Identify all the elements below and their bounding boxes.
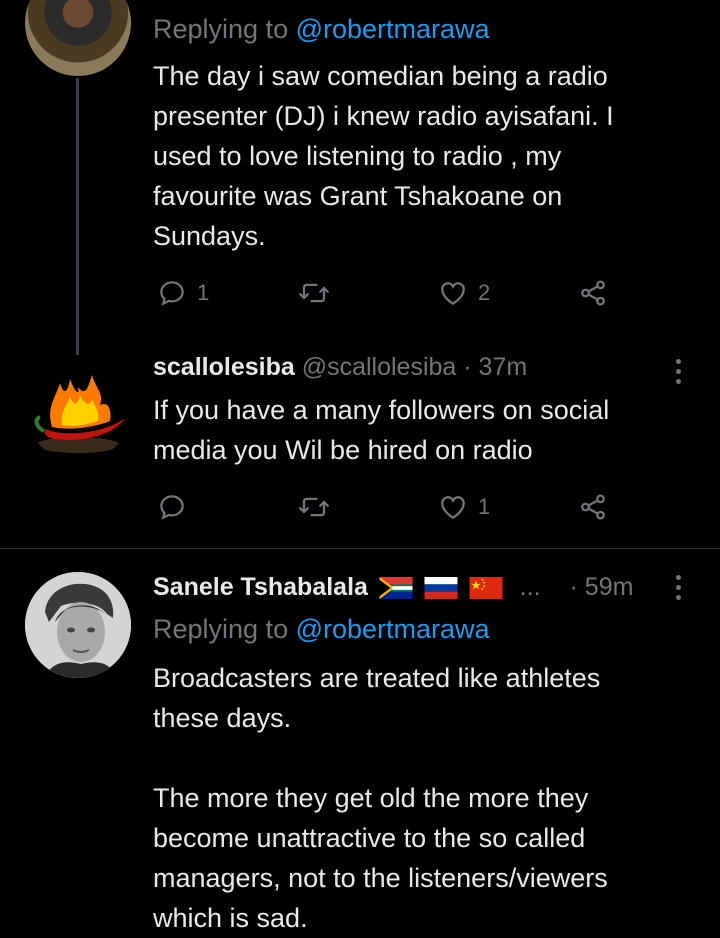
display-name[interactable]: scallolesiba: [153, 353, 295, 381]
replying-to: Replying to @robertmarawa: [153, 14, 490, 45]
like-button[interactable]: 1: [438, 492, 490, 522]
reply-icon: [160, 495, 184, 520]
retweet-button[interactable]: [297, 492, 331, 522]
tweet-divider: [0, 548, 720, 549]
tweet-header: scallolesiba @scallolesiba · 37m: [153, 353, 527, 382]
tweet-text-line: used to love listening to radio , my: [153, 141, 562, 171]
tweet-text-line: presenter (DJ) i knew radio ayisafani. I: [153, 101, 614, 131]
share-button[interactable]: [578, 492, 608, 522]
like-count: 2: [478, 280, 491, 305]
tweet-text-line: become unattractive to the so called: [153, 823, 586, 853]
reply-button[interactable]: [157, 492, 187, 522]
reply-button[interactable]: 1: [157, 278, 209, 308]
tweet-text-line: favourite was Grant Tshakoane on: [153, 181, 563, 211]
tweet-text: The day i saw comedian being a radio pre…: [153, 56, 713, 256]
share-button[interactable]: [578, 278, 608, 308]
more-vertical-icon: [676, 575, 682, 600]
tweet-text-line: The day i saw comedian being a radio: [153, 61, 608, 91]
reply-count: 1: [197, 280, 210, 305]
south-africa-flag-icon: [379, 577, 413, 600]
replying-to-handle-link[interactable]: @robertmarawa: [296, 14, 490, 44]
retweet-button[interactable]: [297, 278, 331, 308]
replying-to-handle-link[interactable]: @robertmarawa: [296, 614, 490, 644]
avatar[interactable]: [25, 0, 131, 76]
heart-icon: [441, 282, 465, 305]
more-options-button[interactable]: [676, 359, 682, 389]
tweet-header: Sanele Tshabalala ... · 59m: [153, 573, 633, 602]
tweet-text-line: Broadcasters are treated like athletes: [153, 663, 601, 693]
tweet-text-line: these days.: [153, 703, 292, 733]
thread-line: [76, 78, 79, 355]
avatar[interactable]: [26, 357, 131, 462]
tweet-text-line: managers, not to the listeners/viewers: [153, 863, 608, 893]
replying-to-label: Replying to: [153, 614, 296, 644]
timestamp[interactable]: · 59m: [570, 573, 634, 601]
fire-pepper-image: [34, 375, 124, 453]
timestamp[interactable]: · 37m: [463, 353, 527, 381]
display-name[interactable]: Sanele Tshabalala: [153, 573, 368, 601]
name-ellipsis: ...: [519, 573, 541, 601]
like-count: 1: [478, 494, 491, 519]
more-options-button[interactable]: [676, 575, 682, 605]
retweet-icon: [299, 497, 329, 517]
tweet-text-line: Sundays.: [153, 221, 266, 251]
tweet-text: If you have a many followers on social m…: [153, 390, 713, 470]
avatar[interactable]: [25, 572, 131, 678]
more-vertical-icon: [676, 359, 682, 384]
replying-to: Replying to @robertmarawa: [153, 614, 490, 645]
share-icon: [581, 280, 605, 306]
tweet-text-line: The more they get old the more they: [153, 783, 589, 813]
tweet-text-blank-line: [153, 738, 713, 778]
reply-icon: [160, 281, 184, 306]
retweet-icon: [299, 283, 329, 303]
tweet-text-line: media you Wil be hired on radio: [153, 435, 533, 465]
heart-icon: [441, 496, 465, 519]
tweet-text-line: which is sad.: [153, 903, 308, 933]
tweet-text: Broadcasters are treated like athletes t…: [153, 658, 713, 938]
china-flag-icon: [469, 577, 503, 600]
russia-flag-icon: [424, 577, 458, 600]
portrait-image: [25, 572, 131, 678]
like-button[interactable]: 2: [438, 278, 490, 308]
replying-to-label: Replying to: [153, 14, 296, 44]
share-icon: [581, 494, 605, 520]
tweet-text-line: If you have a many followers on social: [153, 395, 610, 425]
user-handle[interactable]: @scallolesiba: [302, 353, 457, 381]
